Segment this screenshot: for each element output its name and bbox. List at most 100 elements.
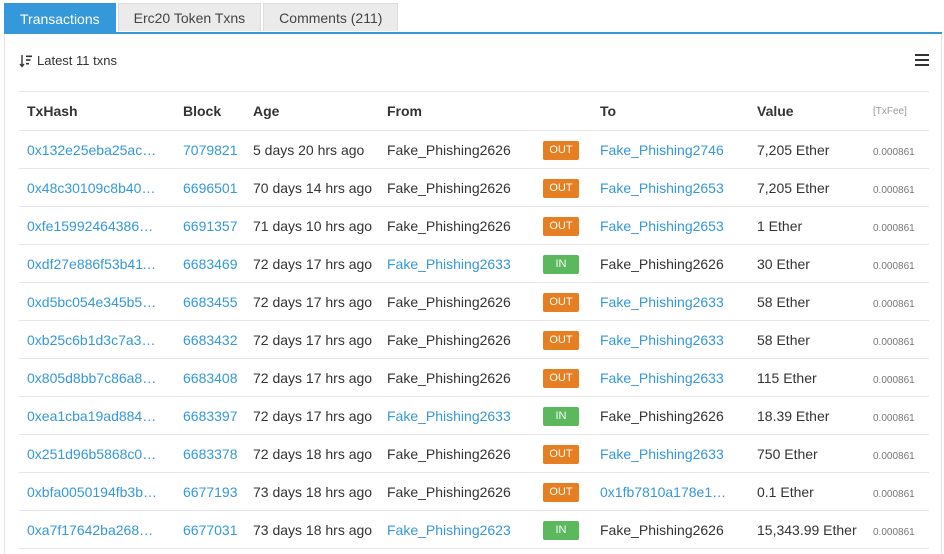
menu-icon[interactable] (915, 54, 929, 68)
from-address: Fake_Phishing2626 (387, 179, 511, 196)
to-address-link[interactable]: 0x1fb7810a178e1cd… (600, 484, 732, 500)
txfee-text: 0.000861 (873, 260, 915, 272)
txn-summary: Latest 11 txns (19, 53, 117, 68)
col-from: From (379, 91, 535, 131)
col-to: To (592, 91, 749, 131)
value-text: 58 Ether (757, 331, 810, 348)
block-link[interactable]: 6683408 (183, 370, 238, 386)
block-link[interactable]: 6691357 (183, 218, 238, 234)
table-row: 0xdf27e886f53b411… 6683469 72 days 17 hrs … (19, 244, 929, 283)
from-address-link[interactable]: Fake_Phishing2633 (387, 256, 511, 272)
to-address-link[interactable]: Fake_Phishing2653 (600, 180, 724, 196)
age-text: 72 days 17 hrs ago (253, 255, 373, 272)
direction-badge: OUT (543, 444, 579, 464)
from-address: Fake_Phishing2626 (387, 445, 511, 462)
age-text: 71 days 10 hrs ago (253, 217, 373, 234)
block-link[interactable]: 6677193 (183, 484, 238, 500)
block-link[interactable]: 6683469 (183, 256, 238, 272)
col-value: Value (749, 91, 865, 131)
table-row: 0xbfa0050194fb3bb… 6677193 73 days 18 hrs … (19, 472, 929, 511)
age-text: 73 days 18 hrs ago (253, 483, 373, 500)
block-link[interactable]: 7079821 (183, 142, 238, 158)
block-link[interactable]: 6696501 (183, 180, 238, 196)
to-address-link[interactable]: Fake_Phishing2653 (600, 218, 724, 234)
txn-count-label: Latest 11 txns (37, 53, 117, 68)
age-text: 70 days 14 hrs ago (253, 179, 373, 196)
value-text: 58 Ether (757, 293, 810, 310)
direction-badge: OUT (543, 368, 579, 388)
direction-badge: IN (543, 406, 579, 426)
from-address-link[interactable]: Fake_Phishing2633 (387, 408, 511, 424)
block-link[interactable]: 6683455 (183, 294, 238, 310)
table-row: 0x251d96b5868c09… 6683378 72 days 18 hrs a… (19, 434, 929, 473)
tx-hash-link[interactable]: 0xd5bc054e345b55… (27, 294, 159, 310)
tx-hash-link[interactable]: 0xbfa0050194fb3bb… (27, 484, 159, 500)
from-address: Fake_Phishing2626 (387, 483, 511, 500)
table-row: 0xfe1599246438639… 6691357 71 days 10 hrs … (19, 206, 929, 245)
age-text: 72 days 17 hrs ago (253, 293, 373, 310)
txfee-text: 0.000861 (873, 336, 915, 348)
tx-hash-link[interactable]: 0xb25c6b1d3c7a3a… (27, 332, 159, 348)
col-txfee: [TxFee] (865, 91, 929, 131)
to-address: Fake_Phishing2626 (600, 255, 724, 272)
table-row: 0x805d8bb7c86a87… 6683408 72 days 17 hrs a… (19, 358, 929, 397)
to-address-link[interactable]: Fake_Phishing2633 (600, 332, 724, 348)
value-text: 0.1 Ether (757, 483, 814, 500)
to-address-link[interactable]: Fake_Phishing2633 (600, 294, 724, 310)
tab-erc20-token-txns[interactable]: Erc20 Token Txns (117, 3, 262, 31)
txfee-text: 0.000861 (873, 526, 915, 538)
direction-badge: OUT (543, 292, 579, 312)
to-address-link[interactable]: Fake_Phishing2633 (600, 370, 724, 386)
tx-hash-link[interactable]: 0x251d96b5868c09… (27, 446, 159, 462)
table-row: 0xb25c6b1d3c7a3a… 6683432 72 days 17 hrs a… (19, 320, 929, 359)
value-text: 18.39 Ether (757, 407, 830, 424)
tx-hash-link[interactable]: 0xfe1599246438639… (27, 218, 159, 234)
tx-hash-link[interactable]: 0x805d8bb7c86a87… (27, 370, 159, 386)
from-address: Fake_Phishing2626 (387, 141, 511, 158)
value-text: 7,205 Ether (757, 141, 830, 158)
table-row: 0x48c30109c8b40a… 6696501 70 days 14 hrs a… (19, 168, 929, 207)
txfee-text: 0.000861 (873, 298, 915, 310)
from-address: Fake_Phishing2626 (387, 217, 511, 234)
txfee-text: 0.000861 (873, 450, 915, 462)
tx-hash-link[interactable]: 0xdf27e886f53b411… (27, 256, 159, 272)
table-row: 0x132e25eba25ac1… 7079821 5 days 20 hrs ag… (19, 130, 929, 169)
direction-badge: OUT (543, 178, 579, 198)
from-address: Fake_Phishing2626 (387, 331, 511, 348)
direction-badge: IN (543, 520, 579, 540)
table-row: 0xd5bc054e345b55… 6683455 72 days 17 hrs a… (19, 282, 929, 321)
direction-badge: OUT (543, 482, 579, 502)
value-text: 1 Ether (757, 217, 803, 234)
from-address: Fake_Phishing2626 (387, 293, 511, 310)
col-direction (535, 91, 592, 131)
tab-transactions[interactable]: Transactions (4, 3, 116, 33)
txfee-text: 0.000861 (873, 146, 915, 158)
table-header-row: TxHash Block Age From To Value [TxFee] (19, 91, 929, 131)
age-text: 72 days 17 hrs ago (253, 331, 373, 348)
tab-comments[interactable]: Comments (211) (263, 3, 399, 31)
to-address: Fake_Phishing2626 (600, 521, 724, 538)
tx-hash-link[interactable]: 0xea1cba19ad884d… (27, 408, 159, 424)
to-address-link[interactable]: Fake_Phishing2633 (600, 446, 724, 462)
block-link[interactable]: 6683432 (183, 332, 238, 348)
col-txhash: TxHash (19, 91, 175, 131)
txfee-text: 0.000861 (873, 222, 915, 234)
tx-hash-link[interactable]: 0xa7f17642ba268a6… (27, 522, 159, 538)
value-text: 750 Ether (757, 445, 818, 462)
block-link[interactable]: 6683397 (183, 408, 238, 424)
to-address-link[interactable]: Fake_Phishing2746 (600, 142, 724, 158)
value-text: 30 Ether (757, 255, 810, 272)
tx-hash-link[interactable]: 0x48c30109c8b40a… (27, 180, 159, 196)
from-address-link[interactable]: Fake_Phishing2623 (387, 522, 511, 538)
age-text: 73 days 18 hrs ago (253, 521, 373, 538)
tx-hash-link[interactable]: 0x132e25eba25ac1… (27, 142, 159, 158)
txfee-text: 0.000861 (873, 374, 915, 386)
age-text: 72 days 17 hrs ago (253, 407, 373, 424)
value-text: 115 Ether (757, 369, 817, 386)
table-row: 0xa7f17642ba268a6… 6677031 73 days 18 hrs … (19, 510, 929, 549)
block-link[interactable]: 6683378 (183, 446, 238, 462)
tab-bar: Transactions Erc20 Token Txns Comments (… (4, 3, 400, 34)
block-link[interactable]: 6677031 (183, 522, 238, 538)
direction-badge: OUT (543, 140, 579, 160)
txfee-text: 0.000861 (873, 488, 915, 500)
